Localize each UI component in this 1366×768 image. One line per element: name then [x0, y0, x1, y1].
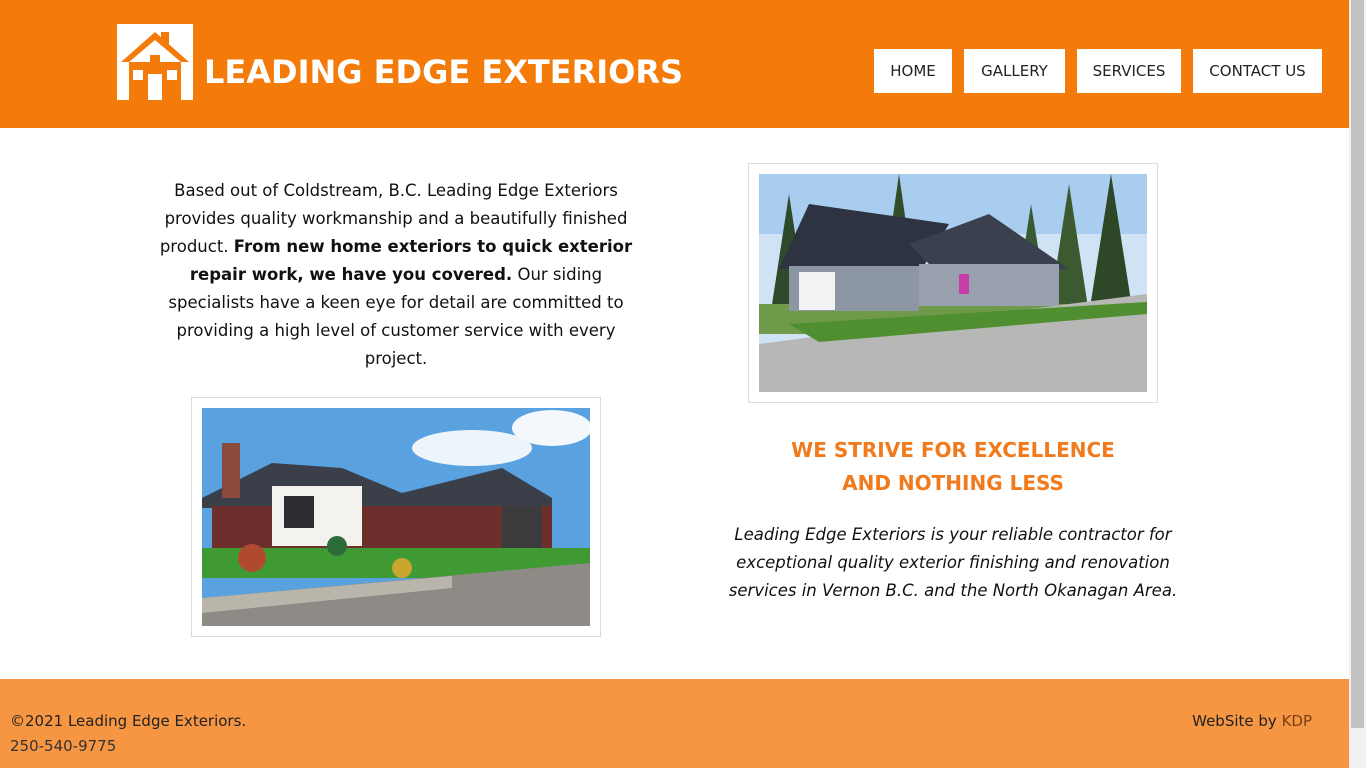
slogan-line-1: WE STRIVE FOR EXCELLENCE	[791, 438, 1115, 462]
house-logo-icon[interactable]	[117, 24, 193, 100]
nav-contact-us[interactable]: CONTACT US	[1193, 49, 1322, 93]
credit-link[interactable]: KDP	[1282, 712, 1312, 730]
tagline-paragraph: Leading Edge Exteriors is your reliable …	[728, 525, 1178, 600]
house-photo-red	[191, 397, 601, 637]
credit-prefix: WebSite by	[1192, 712, 1282, 730]
grey-house-image	[759, 174, 1147, 392]
footer-phone[interactable]: 250-540-9775	[10, 737, 116, 755]
nav-gallery[interactable]: GALLERY	[964, 49, 1065, 93]
footer-credit: WebSite by KDP	[1192, 712, 1312, 730]
red-house-image	[202, 408, 590, 626]
intro-paragraph: Based out of Coldstream, B.C. Leading Ed…	[148, 177, 644, 373]
slogan-heading: WE STRIVE FOR EXCELLENCE AND NOTHING LES…	[748, 434, 1158, 500]
page: LEADING EDGE EXTERIORS HOME GALLERY SERV…	[0, 0, 1349, 768]
nav-home[interactable]: HOME	[874, 49, 952, 93]
scrollbar-thumb[interactable]	[1351, 0, 1364, 728]
footer-copyright: ©2021 Leading Edge Exteriors.	[10, 712, 247, 730]
slogan-line-2: AND NOTHING LESS	[842, 471, 1064, 495]
site-header: LEADING EDGE EXTERIORS HOME GALLERY SERV…	[0, 0, 1349, 128]
nav-services[interactable]: SERVICES	[1077, 49, 1181, 93]
house-photo-grey	[748, 163, 1158, 403]
site-title[interactable]: LEADING EDGE EXTERIORS	[204, 52, 683, 92]
